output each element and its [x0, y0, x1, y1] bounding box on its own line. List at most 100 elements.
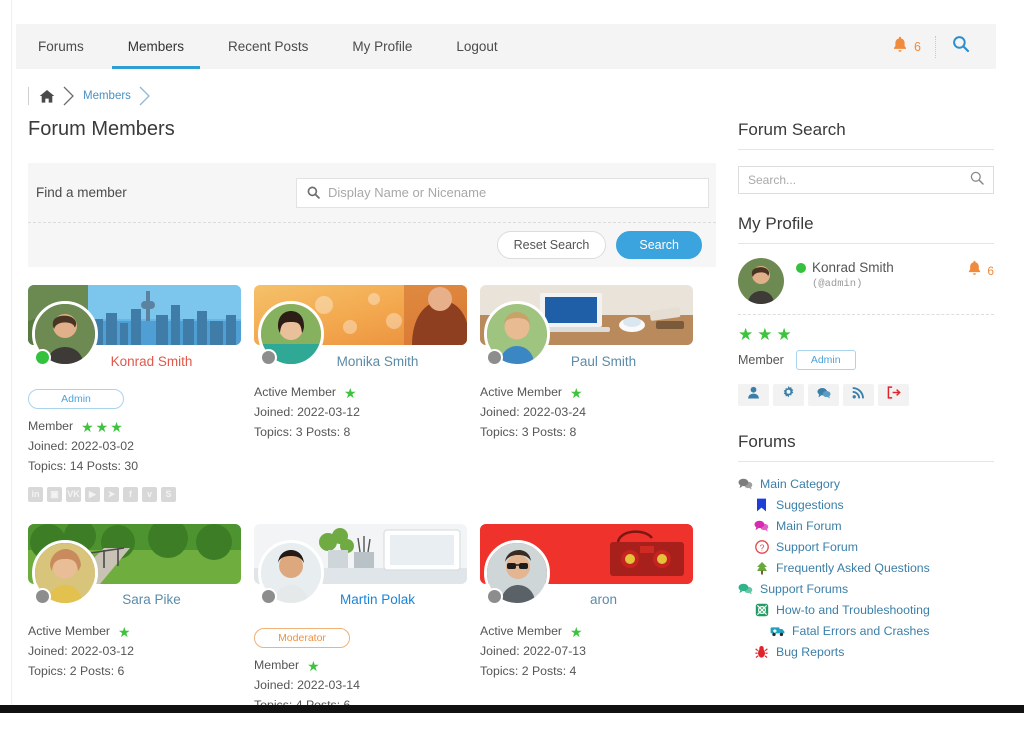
- forum-label: Main Category: [760, 477, 840, 491]
- forum-link-support-forum[interactable]: ? Support Forum: [754, 537, 994, 557]
- member-card: Monika Smith Active Member ★ Joined: 2022-0…: [254, 285, 467, 502]
- status-dot-offline: [260, 349, 277, 366]
- profile-notification-count: 6: [987, 263, 994, 278]
- member-joined: Joined: 2022-03-24: [480, 404, 586, 419]
- profile-member-label: Member: [738, 353, 784, 367]
- notifications-button[interactable]: 6: [878, 36, 935, 58]
- member-search-actions: Reset Search Search: [28, 223, 716, 266]
- search-icon-sidebar[interactable]: [970, 171, 984, 190]
- vk-icon[interactable]: VK: [66, 486, 81, 502]
- member-role-badge: Admin: [28, 389, 124, 409]
- member-name-row: Martin Polak: [254, 539, 467, 616]
- telegram-icon[interactable]: ➤: [104, 486, 119, 502]
- breadcrumb-members-link[interactable]: Members: [83, 90, 131, 102]
- nav-search-button[interactable]: [936, 35, 986, 58]
- online-status-dot: [796, 262, 806, 273]
- linkedin-icon[interactable]: in: [28, 486, 43, 502]
- forum-link-support-forums[interactable]: Support Forums: [738, 579, 994, 599]
- forum-search-box[interactable]: [738, 166, 994, 194]
- search-button[interactable]: Search: [616, 230, 702, 259]
- member-card: Paul Smith Active Member ★ Joined: 2022-03-…: [480, 285, 693, 502]
- member-avatar-wrap[interactable]: [32, 539, 98, 606]
- forum-label: Support Forums: [760, 582, 849, 596]
- forum-link-frequently-asked-questions[interactable]: Frequently Asked Questions: [754, 558, 994, 578]
- nav-item-members[interactable]: Members: [106, 24, 206, 69]
- rss-icon-button[interactable]: [843, 384, 874, 406]
- member-name[interactable]: Martin Polak: [340, 592, 415, 607]
- forum-label: Main Forum: [776, 519, 842, 533]
- member-avatar-wrap[interactable]: [484, 539, 550, 606]
- find-member-label: Find a member: [36, 185, 127, 200]
- forum-link-how-to-and-troubleshooting[interactable]: How-to and Troubleshooting: [754, 600, 994, 620]
- chevron-right-icon: [62, 86, 76, 106]
- member-role-line: Active Member ★: [480, 383, 693, 403]
- member-search-row: Find a member: [28, 163, 716, 223]
- settings-icon-button[interactable]: [773, 384, 804, 406]
- member-name[interactable]: Paul Smith: [571, 354, 636, 369]
- star-icon: ★: [344, 384, 357, 401]
- forum-label: Bug Reports: [776, 645, 845, 659]
- forum-label: Fatal Errors and Crashes: [792, 624, 930, 638]
- member-name[interactable]: aron: [590, 592, 617, 607]
- forum-link-main-category[interactable]: Main Category: [738, 474, 994, 494]
- avatar[interactable]: [738, 258, 784, 304]
- nav-item-recent-posts[interactable]: Recent Posts: [206, 24, 330, 69]
- member-role-line: Member ★: [254, 656, 467, 676]
- member-search-input-wrap[interactable]: [296, 177, 709, 208]
- member-role: Active Member: [480, 623, 563, 638]
- notification-count: 6: [914, 39, 921, 54]
- messages-icon-button[interactable]: [808, 384, 839, 406]
- star-icon: ★: [776, 325, 792, 344]
- member-role-line: Member ★ ★ ★: [28, 417, 241, 437]
- instagram-icon[interactable]: ▣: [47, 486, 62, 502]
- left-gutter: [0, 0, 12, 705]
- rss-icon: [852, 386, 865, 404]
- members-grid: Konrad Smith Admin Member ★ ★ ★ Joined: 2022-0…: [28, 285, 718, 737]
- forum-link-suggestions[interactable]: Suggestions: [754, 495, 994, 515]
- member-avatar-wrap[interactable]: [32, 301, 98, 367]
- nav-item-logout[interactable]: Logout: [434, 24, 519, 69]
- profile-notifications[interactable]: 6: [967, 258, 994, 281]
- star-icon: ★: [110, 418, 123, 435]
- member-search-input[interactable]: [328, 178, 708, 207]
- member-name[interactable]: Monika Smith: [337, 354, 419, 369]
- profile-admin-badge: Admin: [795, 350, 856, 370]
- profile-icon-button[interactable]: [738, 384, 769, 406]
- star-icon: ★: [738, 325, 754, 344]
- member-name[interactable]: Sara Pike: [122, 592, 181, 607]
- member-card: aron Active Member ★ Joined: 2022-07-13 Topi…: [480, 523, 693, 716]
- forum-link-fatal-errors-and-crashes[interactable]: Fatal Errors and Crashes: [770, 621, 994, 641]
- forum-link-main-forum[interactable]: Main Forum: [754, 516, 994, 536]
- skype-icon[interactable]: S: [161, 486, 176, 502]
- member-avatar-wrap[interactable]: [258, 539, 324, 606]
- member-role-line: Active Member ★: [254, 383, 467, 403]
- member-name[interactable]: Konrad Smith: [111, 354, 193, 369]
- member-joined: Joined: 2022-03-12: [28, 643, 134, 658]
- youtube-icon[interactable]: ▶: [85, 486, 100, 502]
- profile-name[interactable]: Konrad Smith: [812, 260, 894, 275]
- member-topics-posts: Topics: 14 Posts: 30: [28, 458, 139, 473]
- facebook-icon[interactable]: f: [123, 486, 138, 502]
- star-icon: ★: [757, 325, 773, 344]
- social-links: in ▣ VK ▶ ➤ f ᴠ S: [28, 486, 241, 502]
- nav-item-forums[interactable]: Forums: [16, 24, 106, 69]
- member-avatar-wrap[interactable]: [258, 301, 324, 367]
- logout-icon: [887, 386, 901, 404]
- twitter-icon[interactable]: ᴠ: [142, 486, 157, 502]
- forum-link-bug-reports[interactable]: Bug Reports: [754, 642, 994, 662]
- member-topics-posts: Topics: 2 Posts: 6: [28, 663, 125, 678]
- member-card: Sara Pike Active Member ★ Joined: 2022-03-1…: [28, 523, 241, 716]
- member-avatar-wrap[interactable]: [484, 301, 550, 367]
- member-stars: ★: [344, 386, 357, 400]
- forum-search-input[interactable]: [748, 173, 970, 187]
- bug-icon: [754, 645, 769, 659]
- forum-label: Suggestions: [776, 498, 844, 512]
- logout-icon-button[interactable]: [878, 384, 909, 406]
- chevron-right-icon-2: [138, 86, 152, 106]
- reset-search-button[interactable]: Reset Search: [496, 230, 607, 259]
- nav-item-my-profile[interactable]: My Profile: [330, 24, 434, 69]
- forum-label: How-to and Troubleshooting: [776, 603, 930, 617]
- member-name-row: Konrad Smith: [28, 301, 241, 377]
- bell-icon: [967, 260, 982, 281]
- home-icon[interactable]: [39, 89, 55, 104]
